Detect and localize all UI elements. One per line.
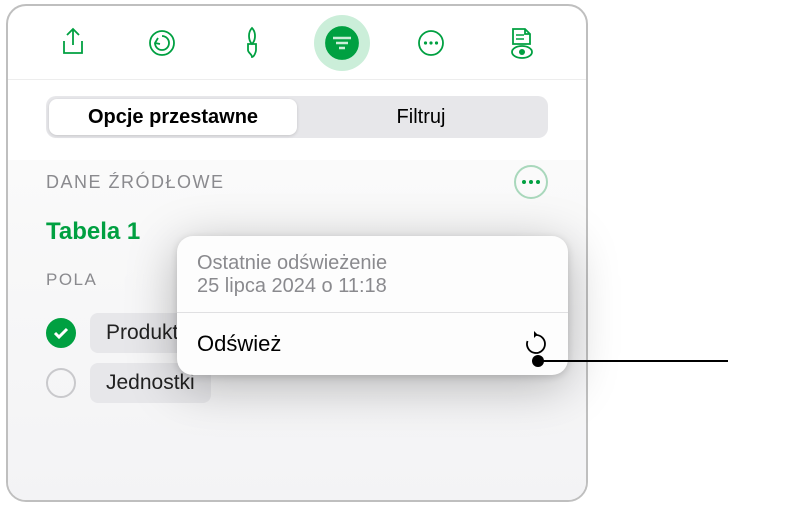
field-checkbox[interactable] [46, 368, 76, 398]
source-data-label: DANE ŹRÓDŁOWE [46, 172, 225, 193]
segment-filter[interactable]: Filtruj [297, 99, 545, 135]
more-button[interactable] [403, 15, 459, 71]
refresh-label: Odśwież [197, 331, 281, 357]
source-data-section-header: DANE ŹRÓDŁOWE [46, 160, 548, 204]
organize-button[interactable] [314, 15, 370, 71]
segment-pivot-options[interactable]: Opcje przestawne [49, 99, 297, 135]
refresh-icon [524, 331, 548, 357]
last-refresh-value: 25 lipca 2024 o 11:18 [197, 275, 548, 298]
undo-button[interactable] [134, 15, 190, 71]
ellipsis-circle-icon [416, 28, 446, 58]
format-button[interactable] [224, 15, 280, 71]
field-checkbox[interactable] [46, 318, 76, 348]
segmented-control: Opcje przestawne Filtruj [46, 96, 548, 138]
share-button[interactable] [45, 15, 101, 71]
paintbrush-icon [237, 26, 267, 60]
document-view-icon [507, 26, 535, 60]
undo-icon [147, 28, 177, 58]
filter-list-icon [324, 25, 360, 61]
callout-leader-line [538, 360, 728, 362]
popover-header: Ostatnie odświeżenie 25 lipca 2024 o 11:… [177, 236, 568, 313]
top-toolbar [8, 6, 586, 80]
source-data-more-button[interactable] [514, 165, 548, 199]
last-refresh-label: Ostatnie odświeżenie [197, 252, 548, 275]
checkmark-icon [53, 327, 69, 339]
share-icon [59, 27, 87, 59]
view-button[interactable] [493, 15, 549, 71]
refresh-action[interactable]: Odśwież [177, 313, 568, 375]
refresh-popover: Ostatnie odświeżenie 25 lipca 2024 o 11:… [177, 236, 568, 375]
